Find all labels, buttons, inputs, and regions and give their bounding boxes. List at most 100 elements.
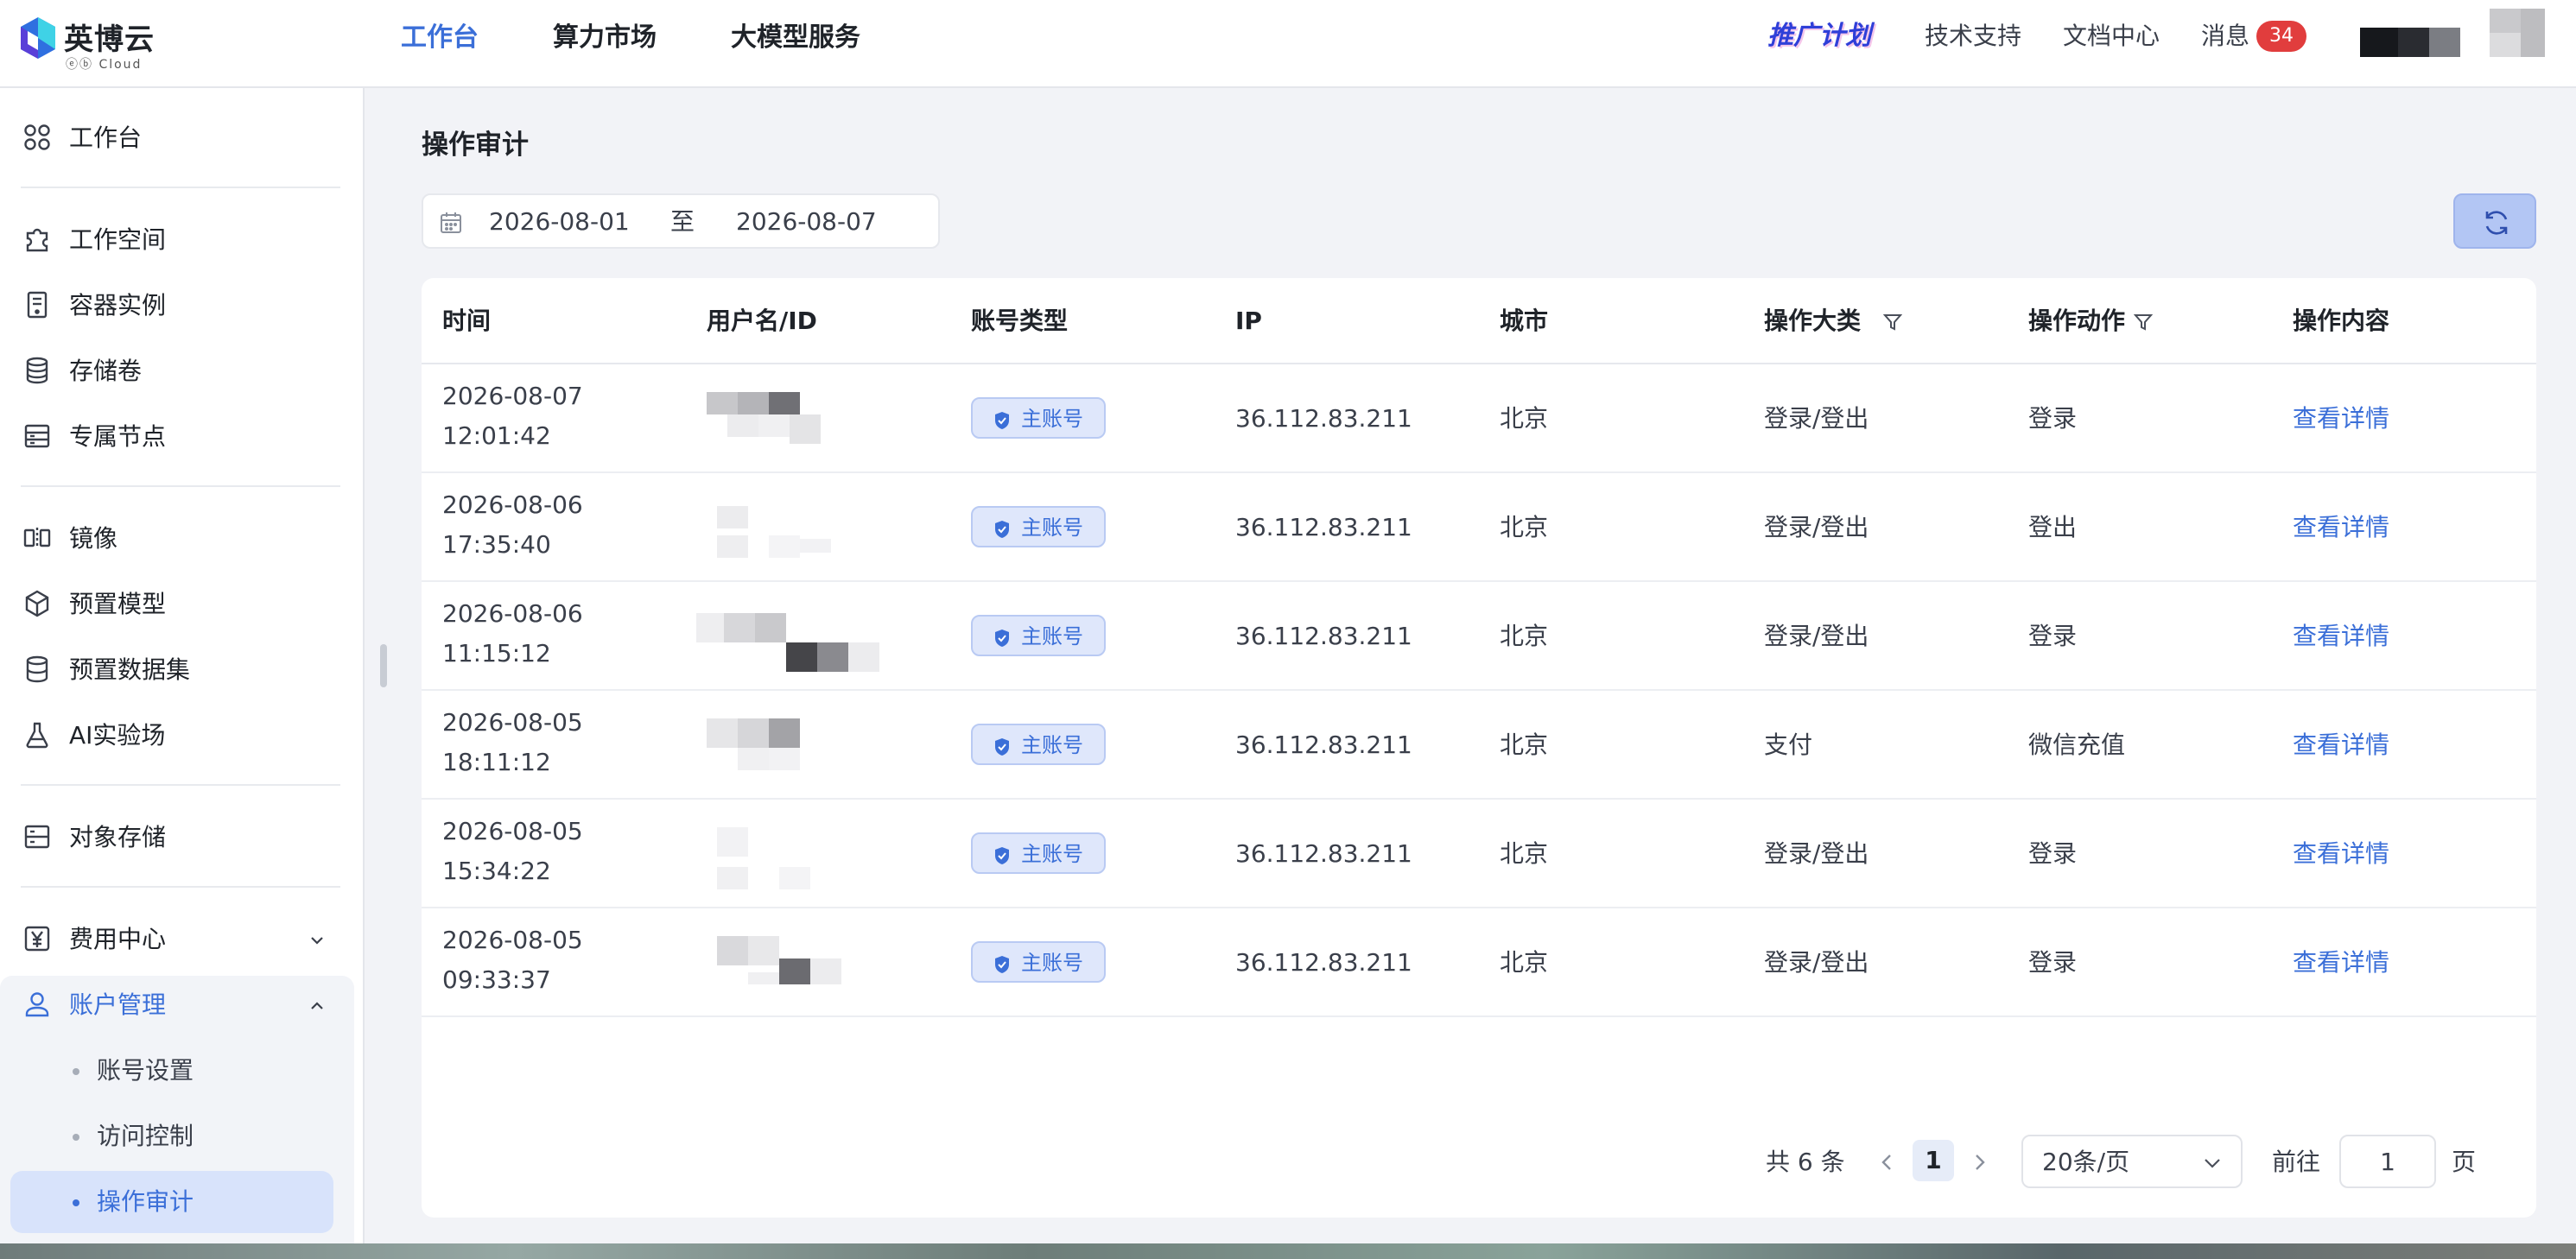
sidebar-subitem-access-control[interactable]: 访问控制 bbox=[10, 1105, 333, 1167]
pagination-goto-input[interactable] bbox=[2339, 1135, 2436, 1188]
chevron-up-icon bbox=[311, 1002, 323, 1009]
sidebar-item-container[interactable]: 容器实例 bbox=[21, 278, 349, 333]
date-range-picker[interactable]: 2026-08-01 至 2026-08-07 bbox=[422, 193, 940, 249]
nav-tab-model-service[interactable]: 大模型服务 bbox=[731, 17, 860, 59]
brand-logo[interactable]: 英博云 ⓔⓑ Cloud bbox=[19, 14, 157, 74]
redacted-username bbox=[696, 812, 895, 895]
dataset-icon bbox=[26, 655, 48, 683]
cell-category: 登录/登出 bbox=[1764, 839, 1869, 868]
sidebar-subitem-label: 访问控制 bbox=[97, 1122, 194, 1150]
cell-category: 登录/登出 bbox=[1764, 622, 1869, 650]
account-type-badge: 主账号 bbox=[971, 615, 1106, 656]
sidebar-item-label: 镜像 bbox=[69, 524, 118, 553]
puzzle-icon bbox=[26, 228, 48, 252]
filter-icon[interactable] bbox=[2134, 313, 2153, 332]
redacted-username bbox=[696, 594, 895, 677]
account-type-label: 主账号 bbox=[1021, 733, 1083, 757]
cell-category: 登录/登出 bbox=[1764, 948, 1869, 977]
sidebar-item-workspace[interactable]: 工作空间 bbox=[21, 212, 349, 268]
date-end[interactable]: 2026-08-07 bbox=[736, 206, 877, 238]
view-details-link[interactable]: 查看详情 bbox=[2293, 617, 2389, 656]
bullet-dot bbox=[73, 1068, 79, 1075]
storage-icon bbox=[24, 825, 50, 849]
sidebar-item-preset-dataset[interactable]: 预置数据集 bbox=[21, 642, 349, 698]
cell-clock: 11:15:12 bbox=[442, 639, 551, 667]
sidebar-divider bbox=[21, 187, 340, 188]
sidebar-item-ai-lab[interactable]: AI实验场 bbox=[21, 708, 349, 763]
sidebar-item-billing[interactable]: 费用中心 bbox=[21, 912, 349, 967]
sidebar-item-label: 费用中心 bbox=[69, 925, 167, 953]
messages-link[interactable]: 消息 bbox=[2201, 19, 2249, 54]
user-avatar[interactable] bbox=[2360, 9, 2545, 62]
page-size-select[interactable]: 20条/页 bbox=[2021, 1135, 2243, 1188]
cell-category: 支付 bbox=[1764, 731, 1813, 759]
pagination-goto-label: 前往 bbox=[2272, 1148, 2321, 1176]
bullet-dot bbox=[73, 1199, 79, 1206]
nav-tab-compute-market[interactable]: 算力市场 bbox=[553, 17, 657, 59]
cell-clock: 12:01:42 bbox=[442, 421, 551, 450]
cell-ip: 36.112.83.211 bbox=[1235, 404, 1412, 433]
shield-check-icon bbox=[995, 521, 1009, 538]
shield-check-icon bbox=[995, 847, 1009, 864]
audit-table-card: 时间 用户名/ID 账号类型 IP 城市 操作大类 操作动作 操作内容 2026… bbox=[422, 278, 2536, 1218]
shield-check-icon bbox=[995, 412, 1009, 429]
calendar-icon bbox=[441, 212, 461, 233]
cell-date: 2026-08-05 bbox=[442, 708, 583, 737]
cell-ip: 36.112.83.211 bbox=[1235, 513, 1412, 541]
table-row: 2026-08-06 17:35:40 主账号 36.112.83.211 北京 登录/登… bbox=[422, 473, 2536, 582]
pagination-current-page[interactable]: 1 bbox=[1913, 1140, 1954, 1181]
docs-link[interactable]: 文档中心 bbox=[2063, 19, 2160, 54]
sidebar-subitem-label: 操作审计 bbox=[97, 1187, 194, 1216]
redacted-username bbox=[696, 703, 895, 786]
sidebar-resize-handle[interactable] bbox=[380, 644, 387, 687]
table-row: 2026-08-05 15:34:22 主账号 36.112.83.211 北京 登录/登… bbox=[422, 800, 2536, 908]
column-header-user: 用户名/ID bbox=[707, 307, 817, 335]
chevron-down-icon bbox=[2205, 1159, 2220, 1168]
promo-link[interactable]: 推广计划 bbox=[1767, 17, 1871, 55]
view-details-link[interactable]: 查看详情 bbox=[2293, 943, 2389, 983]
sidebar-item-account[interactable]: 账户管理 bbox=[21, 977, 349, 1033]
cell-clock: 09:33:37 bbox=[442, 965, 551, 994]
sidebar-item-dedicated-node[interactable]: 专属节点 bbox=[21, 409, 349, 465]
database-icon bbox=[26, 357, 48, 384]
view-details-link[interactable]: 查看详情 bbox=[2293, 399, 2389, 439]
desktop-background-strip bbox=[0, 1243, 2576, 1259]
message-count-badge: 34 bbox=[2256, 21, 2306, 52]
refresh-icon bbox=[2485, 211, 2508, 235]
sidebar-subitem-label: 账号设置 bbox=[97, 1056, 194, 1085]
sidebar-item-image[interactable]: 镜像 bbox=[21, 511, 349, 566]
refresh-button[interactable] bbox=[2453, 193, 2536, 249]
view-details-link[interactable]: 查看详情 bbox=[2293, 725, 2389, 765]
cell-time: 2026-08-05 18:11:12 bbox=[442, 703, 583, 782]
cell-action: 登录 bbox=[2028, 404, 2078, 433]
sidebar-item-object-storage[interactable]: 对象存储 bbox=[21, 810, 349, 865]
cell-ip: 36.112.83.211 bbox=[1235, 948, 1412, 977]
sidebar-item-label: 容器实例 bbox=[69, 291, 167, 319]
chevron-right-icon[interactable] bbox=[1968, 1150, 1990, 1174]
cube-icon bbox=[25, 590, 49, 617]
cell-clock: 18:11:12 bbox=[442, 748, 551, 776]
column-header-category: 操作大类 bbox=[1764, 307, 1862, 335]
date-start[interactable]: 2026-08-01 bbox=[489, 206, 630, 238]
chevron-left-icon[interactable] bbox=[1876, 1150, 1899, 1174]
sidebar-divider bbox=[21, 886, 340, 888]
view-details-link[interactable]: 查看详情 bbox=[2293, 508, 2389, 547]
sidebar-subitem-account-settings[interactable]: 账号设置 bbox=[10, 1040, 333, 1102]
account-type-badge: 主账号 bbox=[971, 724, 1106, 765]
nav-tab-workbench[interactable]: 工作台 bbox=[401, 17, 479, 59]
chevron-down-icon bbox=[311, 937, 323, 945]
sidebar-divider bbox=[21, 485, 340, 487]
sidebar-item-workbench[interactable]: 工作台 bbox=[21, 111, 349, 166]
table-row: 2026-08-05 09:33:37 主账号 36.112.83.211 北京 登录/登… bbox=[422, 908, 2536, 1017]
flask-icon bbox=[26, 722, 48, 749]
sidebar-subitem-audit[interactable]: 操作审计 bbox=[10, 1171, 333, 1233]
view-details-link[interactable]: 查看详情 bbox=[2293, 834, 2389, 874]
sidebar-item-preset-model[interactable]: 预置模型 bbox=[21, 577, 349, 632]
table-header: 时间 用户名/ID 账号类型 IP 城市 操作大类 操作动作 操作内容 bbox=[422, 278, 2536, 364]
sidebar: 工作台 工作空间 容器实例 存储卷 专属节点 镜像 预置模型 预置数据集 AI实… bbox=[0, 88, 365, 1259]
sidebar-item-volume[interactable]: 存储卷 bbox=[21, 344, 349, 399]
table-row: 2026-08-06 11:15:12 主账号 36.112.83.211 北京 登录/登… bbox=[422, 582, 2536, 691]
filter-icon[interactable] bbox=[1883, 313, 1902, 332]
support-link[interactable]: 技术支持 bbox=[1925, 19, 2021, 54]
user-icon bbox=[25, 992, 49, 1017]
